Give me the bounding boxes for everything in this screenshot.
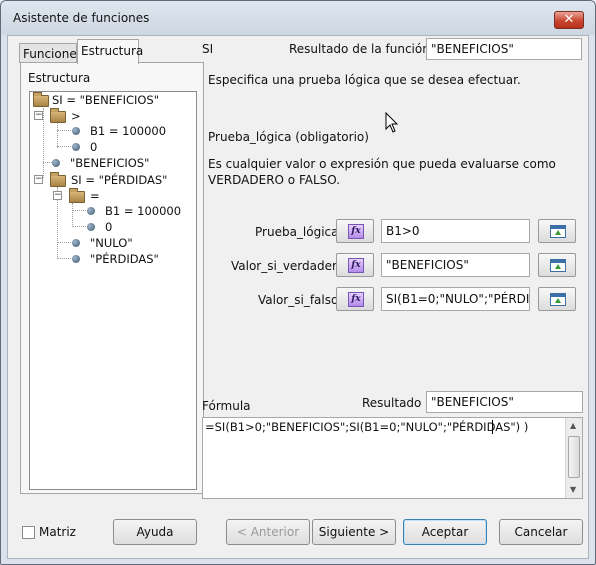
formula-scrollbar[interactable]: ▲ ▼ [565, 418, 582, 498]
param-label-valor-si-verdadero: Valor_si_verdadero [231, 259, 345, 273]
tree-node[interactable]: "PÉRDIDAS" [90, 252, 159, 266]
fx-button[interactable]: fx [336, 219, 374, 243]
structure-label: Estructura [28, 71, 91, 85]
folder-icon [33, 92, 49, 107]
fx-icon: fx [348, 224, 364, 239]
tree-node[interactable]: 0 [105, 220, 112, 234]
param-field-valor-si-verdadero[interactable]: "BENEFICIOS" [381, 253, 530, 277]
window-title: Asistente de funciones [13, 11, 150, 25]
collapse-icon[interactable]: − [34, 175, 43, 184]
formula-result-label: Resultado [362, 396, 422, 410]
shrink-icon [550, 293, 566, 306]
shrink-icon [550, 259, 566, 272]
back-button[interactable]: < Anterior [226, 519, 310, 545]
tree-connector [72, 203, 73, 227]
function-result-label: Resultado de la función [289, 42, 430, 56]
tree-node[interactable]: B1 = 100000 [90, 124, 166, 138]
tree-node[interactable]: "BENEFICIOS" [70, 156, 149, 170]
tree-connector [72, 226, 86, 227]
next-button[interactable]: Siguiente > [312, 519, 396, 545]
bullet-icon [52, 159, 60, 167]
bullet-icon [72, 255, 80, 263]
tree-node[interactable]: "NULO" [90, 236, 133, 250]
function-description: Especifica una prueba lógica que se dese… [208, 73, 521, 87]
param-label-valor-si-falso: Valor_si_falso [258, 293, 339, 307]
formula-result-field: "BENEFICIOS" [426, 391, 583, 413]
formula-editor[interactable]: =SI(B1>0;"BENEFICIOS";SI(B1=0;"NULO";"PÉ… [202, 417, 583, 499]
fx-icon: fx [348, 292, 364, 307]
dialog-body: Funciones Estructura Estructura SI = "BE… [7, 35, 589, 559]
param-field-valor-si-falso[interactable]: SI(B1=0;"NULO";"PÉRDIDAS [381, 287, 530, 311]
fx-button[interactable]: fx [336, 287, 374, 311]
tree-node[interactable]: B1 = 100000 [105, 204, 181, 218]
tree-connector [57, 130, 71, 131]
tree-node[interactable]: = [90, 189, 100, 203]
bullet-icon [87, 207, 95, 215]
function-name: SI [202, 42, 214, 56]
formula-text: =SI(B1>0;"BENEFICIOS";SI(B1=0;"NULO";"PÉ… [205, 420, 529, 434]
tree-connector [57, 258, 71, 259]
scroll-down-icon[interactable]: ▼ [570, 485, 576, 494]
title-bar[interactable]: Asistente de funciones ✕ [1, 1, 595, 35]
ok-button[interactable]: Aceptar [403, 519, 487, 545]
structure-panel: Estructura SI = "BENEFICIOS" − > B1 = 10… [20, 62, 204, 494]
shrink-icon [550, 225, 566, 238]
folder-icon [69, 188, 85, 203]
matriz-checkbox[interactable] [22, 526, 35, 539]
parameter-description-line2: VERDADERO o FALSO. [208, 173, 341, 187]
tree-connector [43, 108, 44, 178]
fx-button[interactable]: fx [336, 253, 374, 277]
scroll-up-icon[interactable]: ▲ [570, 421, 576, 430]
close-button[interactable]: ✕ [554, 11, 584, 29]
tab-funciones[interactable]: Funciones [19, 43, 83, 63]
folder-icon [50, 108, 66, 123]
tree-node[interactable]: SI = "PÉRDIDAS" [71, 173, 167, 187]
tree-connector [57, 242, 71, 243]
tree-connector [72, 210, 86, 211]
function-result-field: "BENEFICIOS" [426, 38, 582, 60]
formula-label: Fórmula [202, 399, 251, 413]
parameter-title: Prueba_lógica (obligatorio) [208, 130, 369, 144]
tab-estructura[interactable]: Estructura [77, 39, 143, 64]
collapse-icon[interactable]: − [53, 191, 62, 200]
tree-connector [57, 123, 58, 148]
shrink-button[interactable] [538, 219, 576, 243]
tree-connector [43, 162, 52, 163]
tree-node[interactable]: SI = "BENEFICIOS" [52, 93, 159, 107]
bullet-icon [87, 223, 95, 231]
bullet-icon [72, 239, 80, 247]
mouse-cursor-icon [385, 112, 399, 133]
function-wizard-dialog: Asistente de funciones ✕ Funciones Estru… [0, 0, 596, 565]
tree-node[interactable]: > [71, 109, 81, 123]
text-caret [492, 420, 493, 434]
collapse-icon[interactable]: − [34, 111, 43, 120]
param-label-prueba-logica: Prueba_lógica [255, 225, 339, 239]
structure-tree[interactable]: SI = "BENEFICIOS" − > B1 = 100000 0 "BEN… [29, 91, 197, 490]
scroll-thumb[interactable] [568, 436, 580, 478]
bullet-icon [72, 127, 80, 135]
param-field-prueba-logica[interactable]: B1>0 [381, 219, 530, 243]
bullet-icon [72, 143, 80, 151]
shrink-button[interactable] [538, 287, 576, 311]
fx-icon: fx [348, 258, 364, 273]
tree-node[interactable]: 0 [90, 140, 97, 154]
tree-connector [57, 146, 71, 147]
folder-icon [50, 172, 66, 187]
help-button[interactable]: Ayuda [113, 519, 197, 545]
parameter-description-line1: Es cualquier valor o expresión que pueda… [208, 157, 556, 171]
shrink-button[interactable] [538, 253, 576, 277]
cancel-button[interactable]: Cancelar [499, 519, 583, 545]
matriz-label: Matriz [39, 525, 76, 539]
